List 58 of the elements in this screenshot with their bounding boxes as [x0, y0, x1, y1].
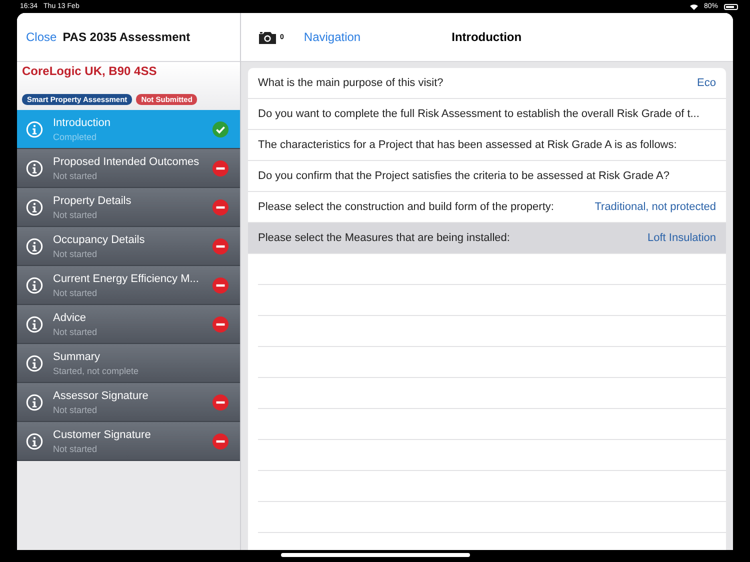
question-row[interactable]: Do you confirm that the Project satisfies the criteria to be assessed at Risk Grade A?: [248, 161, 726, 192]
question-text: Do you confirm that the Project satisfies the criteria to be assessed at Risk Grade A?: [258, 170, 670, 182]
section-title: Customer Signature: [53, 428, 152, 442]
section-status: Started, not complete: [53, 366, 140, 376]
section-title: Summary: [53, 350, 102, 364]
answer-value: Eco: [697, 77, 716, 89]
section-title: Occupancy Details: [53, 233, 146, 247]
section-title: Advice: [53, 311, 88, 325]
page-title: Introduction: [452, 30, 522, 44]
section-status: Not started: [53, 210, 98, 220]
question-text: Do you want to complete the full Risk Assessment to establish the overall Risk Grade of t...: [258, 108, 700, 120]
info-icon: [26, 276, 43, 294]
navigation-button[interactable]: Navigation: [304, 30, 361, 44]
info-icon: [26, 394, 43, 410]
info-icon: [26, 432, 43, 450]
sidebar-item[interactable]: Customer Signature Not started: [17, 422, 240, 461]
info-icon: [26, 354, 43, 372]
sidebar-item[interactable]: Occupancy Details Not started: [17, 227, 240, 266]
answer-value: Traditional, not protected: [594, 201, 716, 213]
section-title: Current Energy Efficiency M...: [53, 272, 200, 286]
close-button[interactable]: Close: [26, 30, 57, 44]
info-icon: [26, 238, 43, 254]
info-icon: [26, 198, 43, 216]
sidebar-item[interactable]: Current Energy Efficiency M... Not started: [17, 266, 240, 305]
battery-icon: [724, 4, 738, 10]
sidebar-item[interactable]: Advice Not started: [17, 305, 240, 344]
section-title: Introduction: [53, 116, 112, 130]
question-row[interactable]: Do you want to complete the full Risk Assessment to establish the overall Risk Grade of t...: [248, 99, 726, 130]
sidebar-item[interactable]: Property Details Not started: [17, 188, 240, 227]
sidebar-item[interactable]: Summary Started, not complete: [17, 344, 240, 383]
info-icon: [26, 120, 43, 138]
wifi-icon: [690, 4, 698, 10]
section-status: Not started: [53, 444, 98, 454]
question-text: What is the main purpose of this visit?: [258, 77, 444, 89]
sidebar-item[interactable]: Introduction Completed: [17, 110, 240, 149]
section-status: Completed: [53, 132, 98, 142]
assessment-title: PAS 2035 Assessment: [62, 30, 190, 44]
section-title: Assessor Signature: [53, 389, 150, 403]
info-icon: [26, 160, 43, 176]
section-title: Property Details: [53, 194, 132, 208]
info-icon: [26, 316, 43, 332]
answer-value: Loft Insulation: [648, 232, 716, 244]
property-name: CoreLogic UK, B90 4SS: [22, 64, 158, 78]
section-status: Not started: [53, 171, 98, 181]
section-status: Not started: [53, 327, 98, 337]
section-title: Proposed Intended Outcomes: [53, 155, 200, 169]
section-status: Not started: [53, 249, 98, 259]
question-text: Please select the Measures that are being installed:: [258, 232, 511, 244]
question-text: Please select the construction and build form of the property:: [258, 201, 555, 213]
question-row[interactable]: What is the main purpose of this visit? Eco: [248, 68, 726, 99]
camera-icon[interactable]: [258, 30, 277, 44]
sidebar-item[interactable]: Assessor Signature Not started: [17, 383, 240, 422]
section-status: Not started: [53, 288, 98, 298]
question-row[interactable]: Please select the Measures that are being installed: Loft Insulation: [248, 223, 726, 254]
question-text: The characteristics for a Project that has been assessed at Risk Grade A is as follows:: [258, 139, 678, 151]
question-row[interactable]: The characteristics for a Project that has been assessed at Risk Grade A is as follows:: [248, 130, 726, 161]
sidebar-item[interactable]: Proposed Intended Outcomes Not started: [17, 149, 240, 188]
section-status: Not started: [53, 405, 98, 415]
